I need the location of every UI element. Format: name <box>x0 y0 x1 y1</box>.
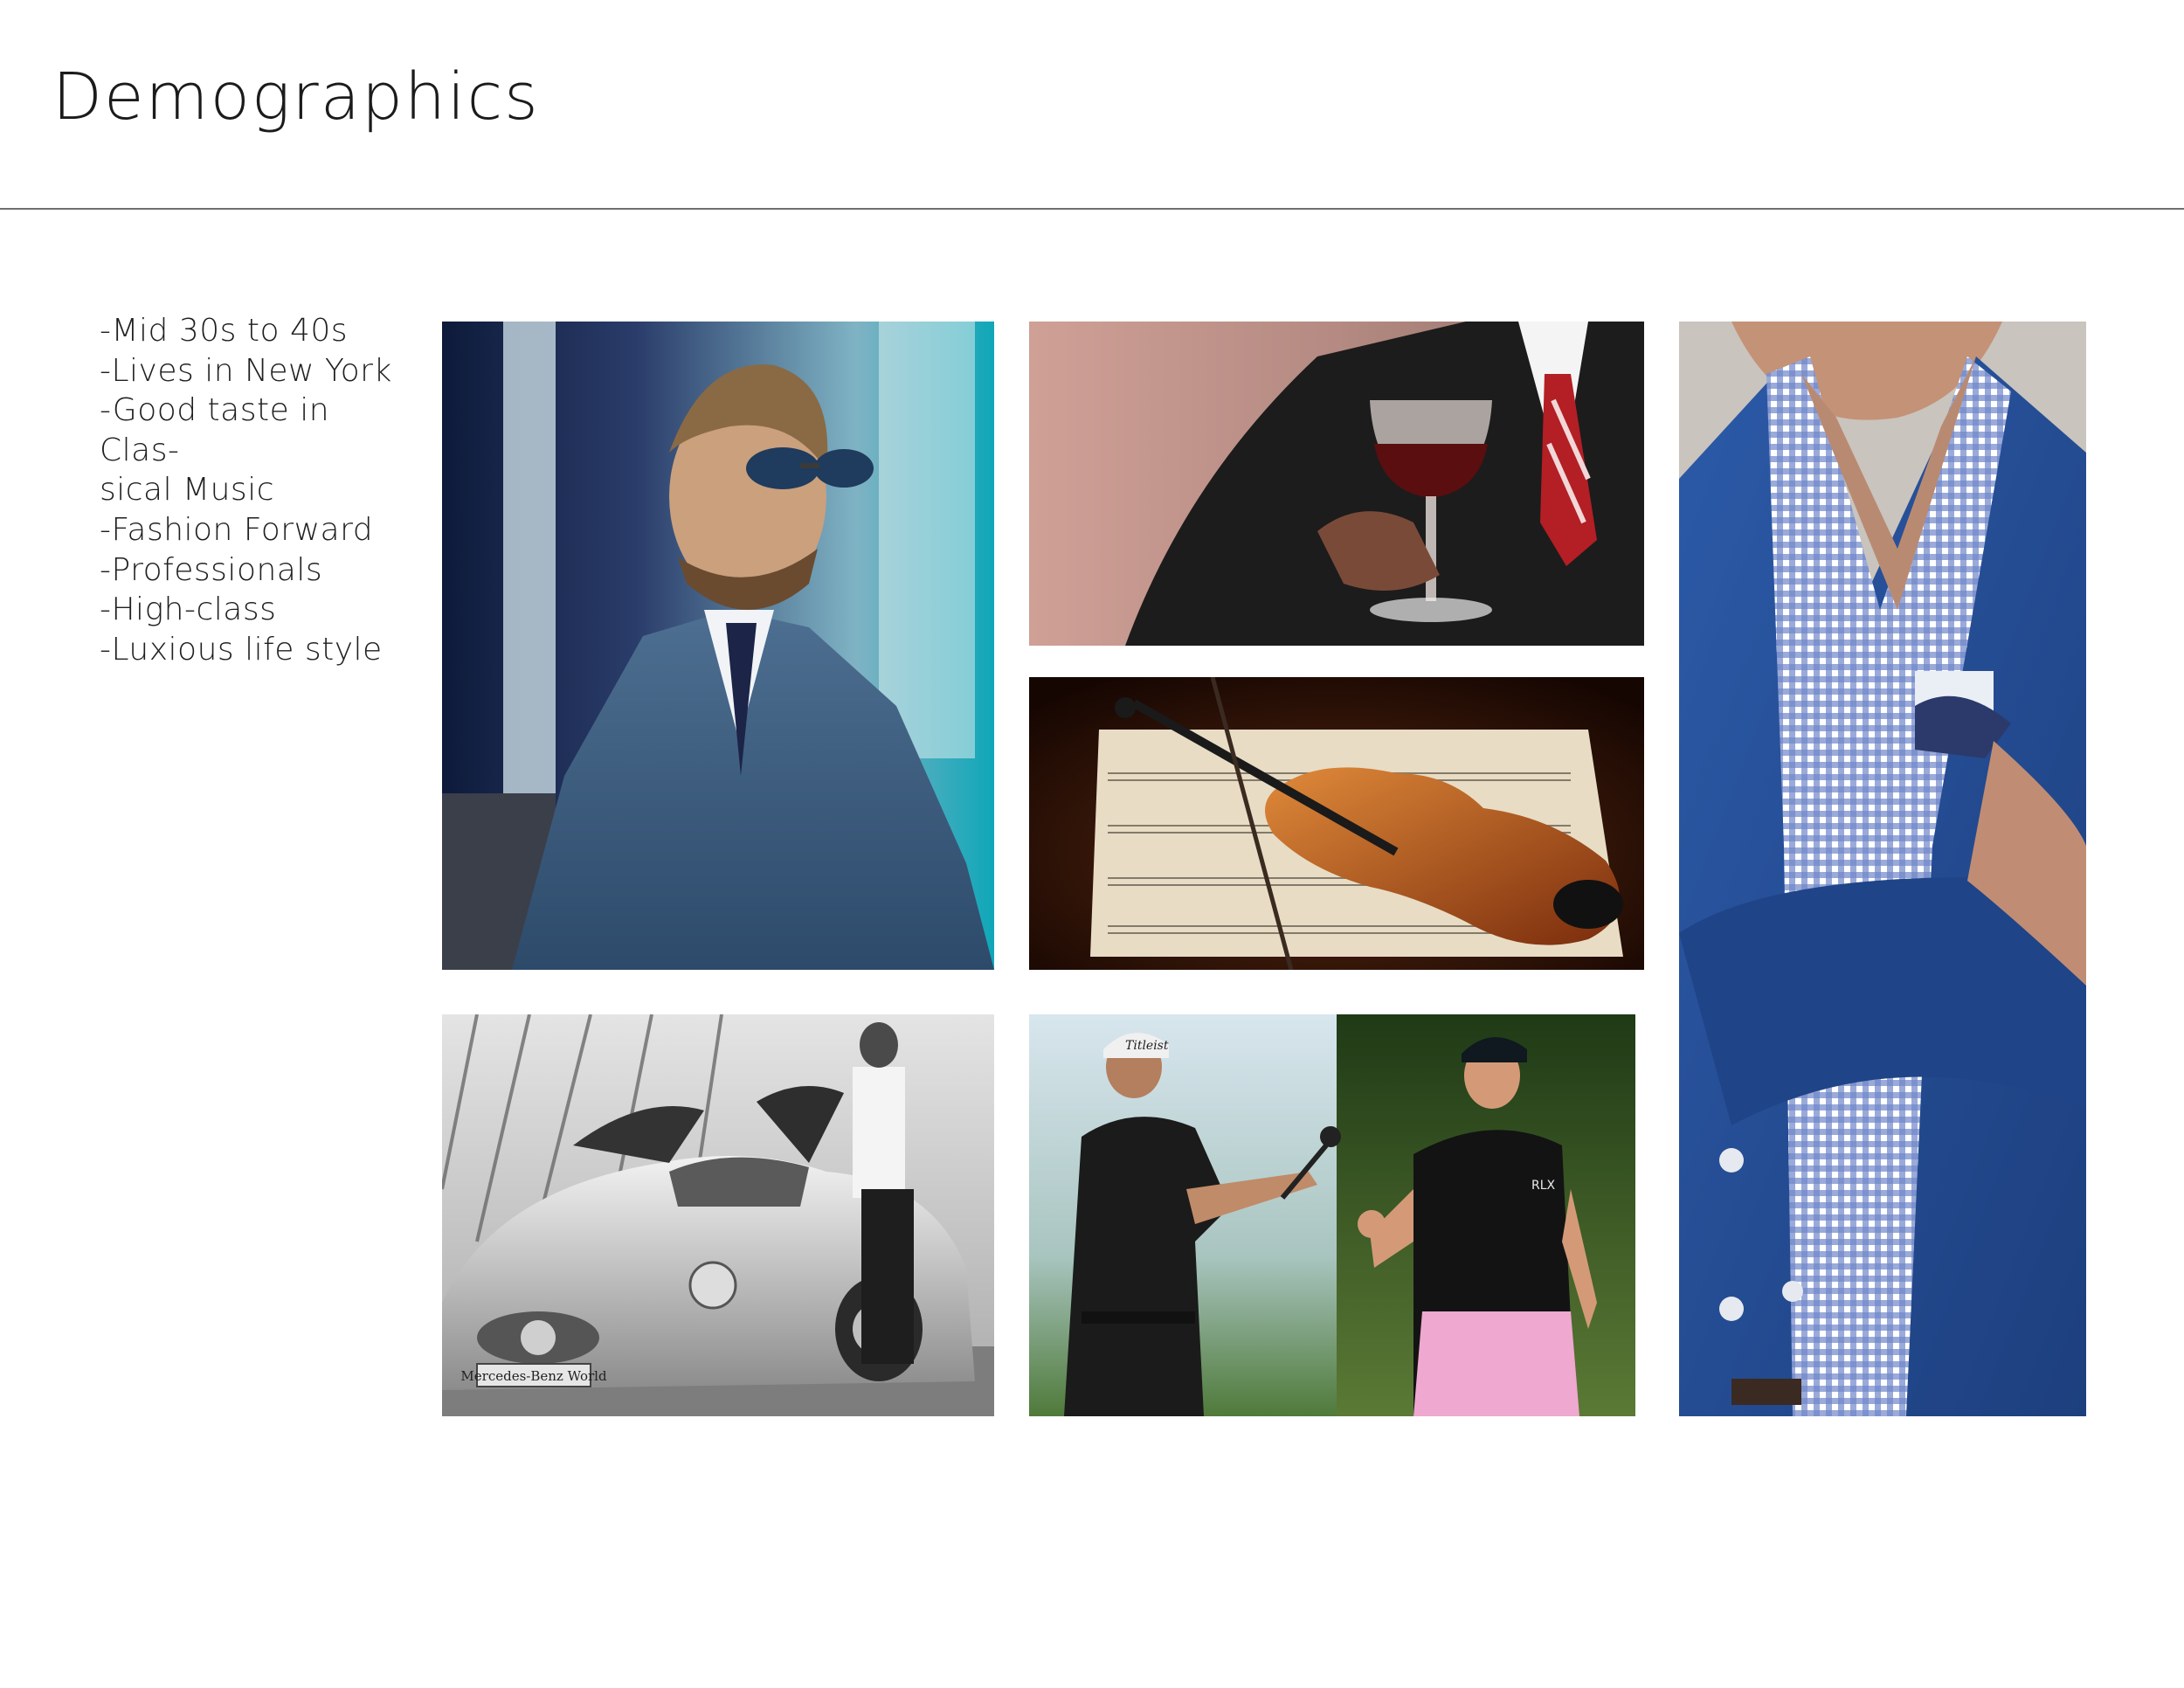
photo-violin-sheet-music <box>1029 677 1644 970</box>
list-item: -Professionals <box>100 551 323 588</box>
list-item: -Good taste in Clas- <box>100 392 330 468</box>
car-plate-text: Mercedes-Benz World <box>460 1368 607 1384</box>
list-item: -Luxious life style <box>100 631 383 668</box>
list-item: sical Music <box>100 472 274 508</box>
list-item: -Fashion Forward <box>100 511 374 548</box>
list-item: -Mid 30s to 40s <box>100 313 349 349</box>
list-item: -Lives in New York <box>100 352 392 389</box>
demographic-list: -Mid 30s to 40s -Lives in New York -Good… <box>100 311 414 669</box>
shirt-logo-text: RLX <box>1531 1179 1556 1193</box>
photo-golfers: Titleist RLX <box>1029 1014 1635 1416</box>
photo-wine-glass <box>1029 322 1644 646</box>
photo-man-in-suit-sunglasses <box>442 322 994 970</box>
slide-title: Demographics <box>52 59 540 135</box>
list-item: -High-class <box>100 591 277 628</box>
photo-blue-blazer-gingham <box>1679 322 2086 1416</box>
cap-logo-text: Titleist <box>1125 1039 1169 1053</box>
photo-classic-car-bw: Mercedes-Benz World <box>442 1014 994 1416</box>
header-divider <box>0 208 2184 210</box>
